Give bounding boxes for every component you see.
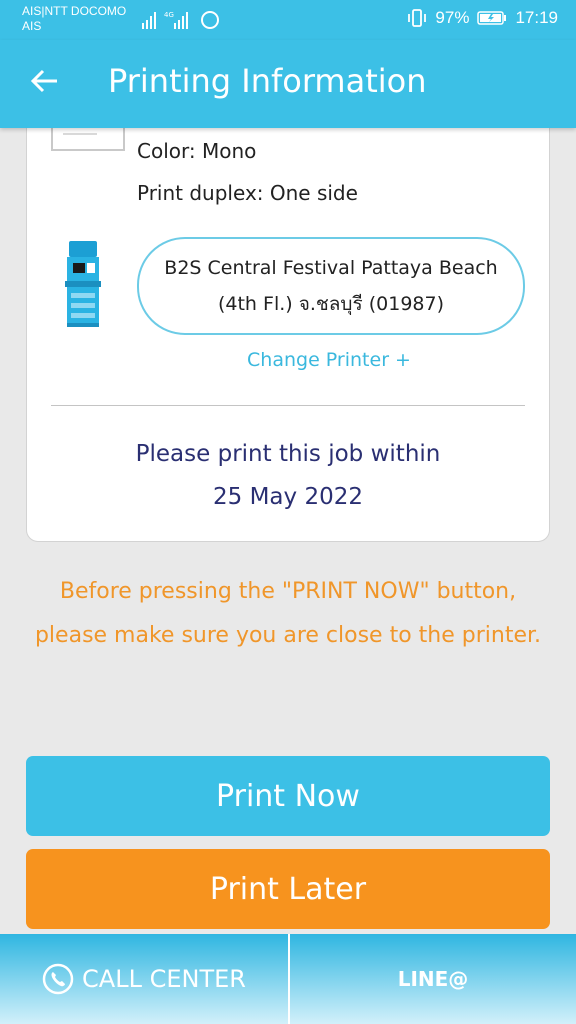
duplex-setting: Print duplex: One side	[137, 181, 358, 205]
change-printer-link[interactable]: Change Printer +	[27, 349, 576, 371]
deadline-text: Please print this job within	[135, 441, 441, 467]
printer-kiosk-icon	[65, 241, 101, 327]
print-job-card: Color: Mono Print duplex: One side B2S C…	[26, 100, 550, 542]
color-setting: Color: Mono	[137, 139, 257, 163]
svg-text:4G: 4G	[164, 11, 174, 19]
clock: 17:19	[515, 8, 558, 27]
page-title: Printing Information	[108, 62, 427, 100]
carrier-line-1: AIS|NTT DOCOMO	[22, 4, 127, 18]
call-center-button[interactable]: CALL CENTER	[0, 934, 288, 1024]
proximity-notice: Before pressing the "PRINT NOW" button, …	[34, 579, 542, 648]
line-label: LINE@	[397, 967, 469, 991]
carrier-name: AIS|NTT DOCOMO AIS	[22, 4, 142, 34]
phone-icon	[42, 963, 74, 995]
print-deadline: Please print this job within 25 May 2022	[27, 433, 549, 519]
battery-percent: 97%	[435, 8, 470, 27]
print-now-button[interactable]: Print Now	[26, 756, 550, 836]
printer-location[interactable]: B2S Central Festival Pattaya Beach (4th …	[137, 237, 525, 335]
signal-icon: 4G	[142, 11, 219, 29]
status-bar: AIS|NTT DOCOMO AIS 4G 97% 17:19	[0, 0, 576, 40]
deadline-date: 25 May 2022	[213, 484, 363, 510]
carrier-line-2: AIS	[22, 19, 42, 33]
divider	[51, 405, 525, 406]
app-bar: Printing Information	[0, 40, 576, 128]
vibrate-icon	[408, 9, 427, 27]
bottom-nav: CALL CENTER LINE@	[0, 934, 576, 1024]
battery-icon	[477, 11, 507, 25]
arrow-left-icon[interactable]	[28, 64, 62, 98]
line-button[interactable]: LINE@	[288, 934, 576, 1024]
call-center-label: CALL CENTER	[82, 965, 246, 993]
print-later-button[interactable]: Print Later	[26, 849, 550, 929]
status-right: 97% 17:19	[407, 8, 558, 28]
